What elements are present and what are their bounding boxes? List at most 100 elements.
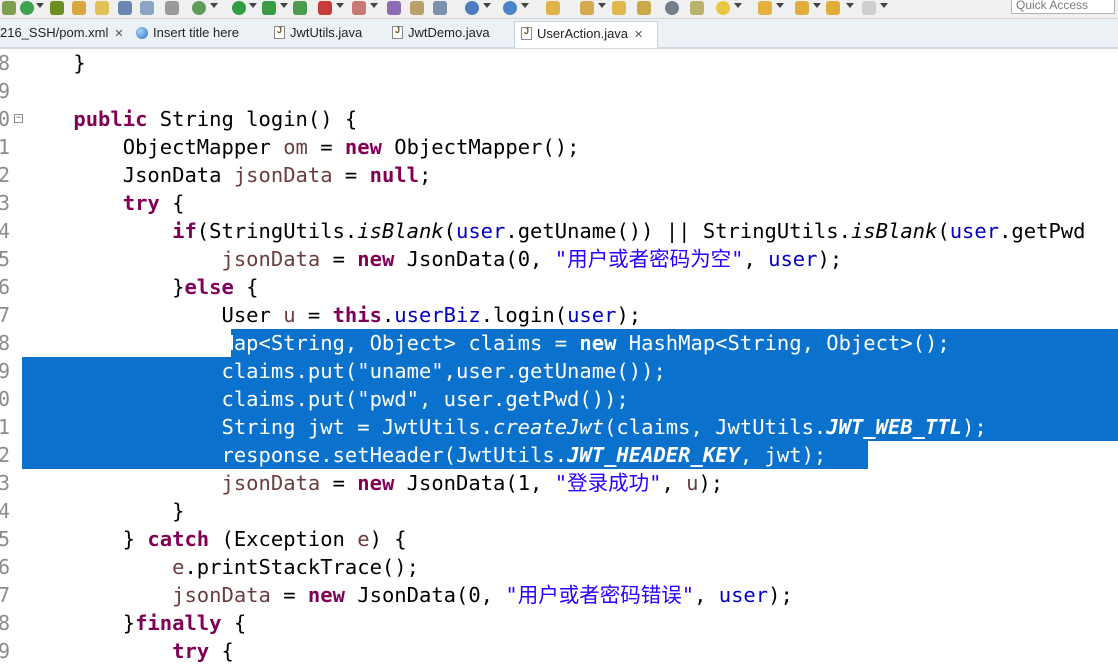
line-number: 4 <box>0 499 11 523</box>
code-text[interactable]: public String login() { <box>24 105 357 133</box>
run-icon[interactable] <box>232 1 246 15</box>
dropdown-arrow-icon[interactable] <box>776 3 784 8</box>
code-token: , <box>694 583 719 607</box>
code-text[interactable]: } <box>24 497 184 525</box>
search-icon[interactable] <box>580 1 594 15</box>
new-icon[interactable] <box>2 1 16 15</box>
forward-icon[interactable] <box>826 1 840 15</box>
tab-jwtdemo-java[interactable]: JwtDemo.java <box>392 21 502 47</box>
dropdown-arrow-icon[interactable] <box>521 3 529 8</box>
code-text[interactable]: if(StringUtils.isBlank(user.getUname()) … <box>24 217 1085 245</box>
code-token: = <box>320 471 358 495</box>
code-text[interactable]: jsonData = new JsonData(0, "用户或者密码错误", u… <box>24 581 793 609</box>
dropdown-arrow-icon[interactable] <box>36 3 44 8</box>
code-text[interactable]: } <box>24 49 86 77</box>
code-text[interactable]: String jwt = JwtUtils.createJwt(claims, … <box>24 413 986 441</box>
run-config-icon[interactable] <box>262 1 276 15</box>
code-text[interactable]: claims.put("pwd", user.getPwd()); <box>24 385 628 413</box>
line-number: 7 <box>0 583 11 607</box>
code-token: = <box>320 247 358 271</box>
code-text[interactable]: claims.put("uname",user.getUname()); <box>24 357 665 385</box>
dropdown-arrow-icon[interactable] <box>210 3 218 8</box>
variable-token: jsonData <box>221 471 321 495</box>
delete-icon[interactable] <box>352 1 366 15</box>
dropdown-arrow-icon[interactable] <box>483 3 491 8</box>
dropdown-arrow-icon[interactable] <box>813 3 821 8</box>
code-token: JsonData(0, <box>344 583 506 607</box>
up-arrow-icon[interactable] <box>758 1 772 15</box>
code-editor[interactable]: 8 } 9 0− public String login() { 1 Objec… <box>0 49 1118 663</box>
constant-token: JWT_HEADER_KEY <box>567 443 740 467</box>
code-text[interactable]: jsonData = new JsonData(1, "登录成功", u); <box>24 469 723 497</box>
next-icon[interactable] <box>862 1 876 15</box>
code-line: 3 try { <box>0 189 1118 217</box>
code-text[interactable]: jsonData = new JsonData(0, "用户或者密码为空", u… <box>24 245 842 273</box>
dropdown-arrow-icon[interactable] <box>734 3 742 8</box>
code-line: 4 } <box>0 497 1118 525</box>
team-icon[interactable] <box>387 1 401 15</box>
fold-toggle-icon[interactable]: − <box>14 114 23 123</box>
code-token: String jwt = JwtUtils. <box>24 415 493 439</box>
lightbulb-icon[interactable] <box>716 1 730 15</box>
code-token: ( <box>937 219 950 243</box>
tab-jwtutils-java[interactable]: JwtUtils.java <box>274 21 379 47</box>
keyword-token: new <box>357 247 395 271</box>
code-token: ObjectMapper(); <box>381 135 580 159</box>
line-number: 4 <box>0 219 11 243</box>
close-icon[interactable]: ✕ <box>114 28 123 40</box>
folder-icon[interactable] <box>95 1 109 15</box>
code-text[interactable]: try { <box>24 189 185 217</box>
document-icon[interactable] <box>118 1 132 15</box>
stop-icon[interactable] <box>318 1 332 15</box>
quick-access-input[interactable]: Quick Access <box>1011 0 1115 14</box>
web-browser-icon[interactable] <box>465 1 479 15</box>
code-text[interactable]: try { <box>24 637 234 665</box>
keyword-token: null <box>369 163 419 187</box>
tab-label: 216_SSH/pom.xml <box>0 25 109 40</box>
refresh-icon[interactable] <box>665 1 679 15</box>
code-text[interactable]: } catch (Exception e) { <box>24 525 407 553</box>
code-text[interactable]: Map<String, Object> claims = new HashMap… <box>24 329 949 357</box>
tools-icon[interactable] <box>165 1 179 15</box>
code-token: } <box>24 611 136 635</box>
close-icon[interactable]: ✕ <box>634 29 643 41</box>
code-text[interactable]: e.printStackTrace(); <box>24 553 419 581</box>
code-line: 8 Map<String, Object> claims = new HashM… <box>0 329 1118 357</box>
back-icon[interactable] <box>795 1 809 15</box>
dropdown-arrow-icon[interactable] <box>336 3 344 8</box>
perspective-icon[interactable] <box>637 1 651 15</box>
tab-insert-title-here[interactable]: Insert title here <box>136 21 261 47</box>
globe-icon[interactable] <box>503 1 517 15</box>
external-tools-icon[interactable] <box>293 1 307 15</box>
dropdown-arrow-icon[interactable] <box>598 3 606 8</box>
open-file-icon[interactable] <box>612 1 626 15</box>
code-text[interactable]: ObjectMapper om = new ObjectMapper(); <box>24 133 580 161</box>
code-text[interactable]: }finally { <box>24 609 246 637</box>
code-text[interactable]: User u = this.userBiz.login(user); <box>24 301 641 329</box>
code-text[interactable]: response.setHeader(JwtUtils.JWT_HEADER_K… <box>24 441 826 469</box>
tab-pom-xml[interactable]: 216_SSH/pom.xml ✕ <box>0 21 128 47</box>
keyword-token: public <box>73 107 148 131</box>
package-icon[interactable] <box>410 1 424 15</box>
code-token: } <box>24 51 86 75</box>
static-method-token: createJwt <box>493 415 605 439</box>
dropdown-arrow-icon[interactable] <box>880 3 888 8</box>
code-text[interactable]: }else { <box>24 273 258 301</box>
annotation-icon[interactable] <box>690 1 704 15</box>
gear-icon[interactable] <box>192 1 206 15</box>
edit-icon[interactable] <box>72 1 86 15</box>
open-folder-icon[interactable] <box>546 1 560 15</box>
tab-label: JwtUtils.java <box>290 25 363 40</box>
page-icon[interactable] <box>140 1 154 15</box>
dropdown-arrow-icon[interactable] <box>370 3 378 8</box>
tab-useraction-java[interactable]: UserAction.java ✕ <box>514 21 658 48</box>
code-token: String login() { <box>147 107 358 131</box>
code-text[interactable]: JsonData jsonData = null; <box>24 161 432 189</box>
server-icon[interactable] <box>50 1 64 15</box>
dropdown-arrow-icon[interactable] <box>846 3 854 8</box>
debug-icon[interactable] <box>20 1 34 15</box>
line-number: 8 <box>0 611 11 635</box>
open-type-icon[interactable] <box>433 1 447 15</box>
dropdown-arrow-icon[interactable] <box>280 3 288 8</box>
dropdown-arrow-icon[interactable] <box>249 3 257 8</box>
